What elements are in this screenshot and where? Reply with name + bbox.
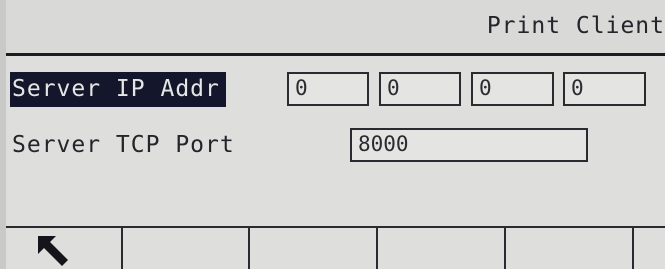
- terminal-screen: Print Client Server IP Addr 0 0 0 0 Serv…: [0, 0, 665, 269]
- softkey-5[interactable]: [506, 228, 634, 269]
- exit-arrow-icon: [38, 236, 68, 266]
- ip-octet-2-field[interactable]: 0: [379, 72, 461, 106]
- ip-octet-1-field[interactable]: 0: [287, 72, 369, 106]
- softkey-3[interactable]: [250, 228, 378, 269]
- server-port-field[interactable]: 8000: [350, 128, 588, 162]
- softkey-1-exit[interactable]: [6, 228, 123, 269]
- server-port-label: Server TCP Port: [12, 132, 235, 158]
- page-title: Print Client: [486, 13, 665, 39]
- server-ip-label[interactable]: Server IP Addr: [10, 72, 226, 107]
- softkey-4[interactable]: [378, 228, 506, 269]
- title-bar: Print Client: [6, 0, 665, 56]
- ip-octet-3-field[interactable]: 0: [471, 72, 554, 106]
- softkey-2[interactable]: [123, 228, 250, 269]
- softkey-bar: [6, 226, 665, 269]
- softkey-6[interactable]: [634, 228, 665, 269]
- ip-octet-4-field[interactable]: 0: [563, 72, 646, 106]
